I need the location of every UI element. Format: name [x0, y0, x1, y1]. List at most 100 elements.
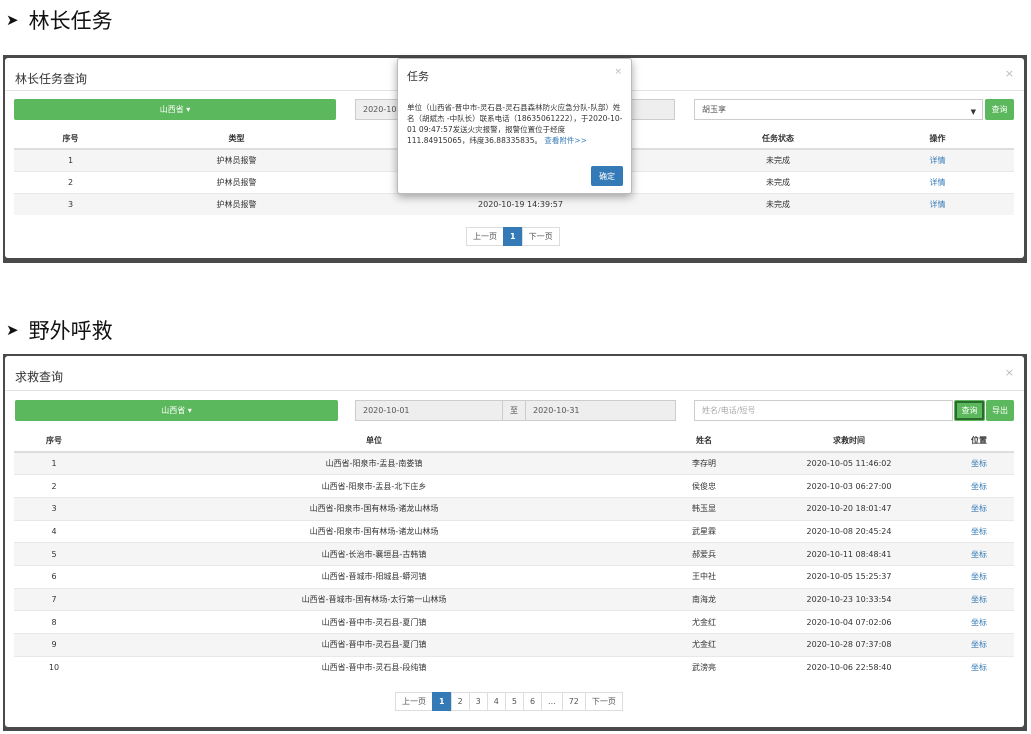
- export-button[interactable]: 导出: [986, 400, 1014, 421]
- search-button[interactable]: 查询: [985, 99, 1014, 120]
- view-attachment-link[interactable]: 查看附件>>: [544, 136, 587, 145]
- cell-name: 李存明: [654, 451, 754, 475]
- rescue-table: 序号 单位 姓名 求救时间 位置 1 山西省-阳泉市-盂县-南娄镇 李存明 2020-…: [14, 430, 1014, 679]
- table-row: 4 山西省-阳泉市-国有林场-诸龙山林场 武星霖 2020-10-08 20:45:2…: [14, 519, 1014, 543]
- panel-title: 求救查询: [15, 370, 64, 384]
- cell-time: 2020-10-03 06:27:00: [754, 474, 944, 498]
- table-row: 7 山西省-晋城市-国有林场-太行第一山林场 南海龙 2020-10-23 10:33…: [14, 587, 1014, 611]
- cell-no: 9: [14, 633, 94, 657]
- coordinate-link[interactable]: 坐标: [944, 633, 1014, 657]
- search-input[interactable]: 姓名/电话/短号: [694, 400, 953, 421]
- cell-unit: 山西省-长治市-襄垣县-古韩镇: [94, 542, 654, 566]
- cell-unit: 山西省-晋中市-灵石县-夏门镇: [94, 633, 654, 657]
- cell-unit: 山西省-阳泉市-国有林场-诸龙山林场: [94, 519, 654, 543]
- divider: [5, 390, 1024, 391]
- coordinate-link[interactable]: 坐标: [944, 587, 1014, 611]
- coordinate-link[interactable]: 坐标: [944, 542, 1014, 566]
- coordinate-link[interactable]: 坐标: [944, 610, 1014, 634]
- next-page-button[interactable]: 下一页: [521, 227, 560, 246]
- coordinate-link[interactable]: 坐标: [944, 496, 1014, 521]
- cell-unit: 山西省-晋中市-灵石县-段纯镇: [94, 655, 654, 679]
- table-row: 1 山西省-阳泉市-盂县-南娄镇 李存明 2020-10-05 11:46:02 坐标: [14, 451, 1014, 475]
- province-select[interactable]: 山西省 ▾: [15, 400, 338, 421]
- details-link[interactable]: 详情: [861, 192, 1014, 215]
- section-heading-forest-chief: ➤ 林长任务: [6, 5, 113, 35]
- cell-name: 武滂亮: [654, 655, 754, 679]
- cell-name: 郝爱兵: [654, 542, 754, 566]
- details-link[interactable]: 详情: [861, 170, 1014, 193]
- page-button[interactable]: 72: [561, 692, 586, 711]
- column-header: 序号: [14, 128, 127, 150]
- pagination: 上一页 1 2 3 4 5 6 ... 72 下一页: [395, 692, 623, 711]
- date-start-input[interactable]: 2020-10-01: [355, 400, 503, 421]
- column-header: 任务状态: [695, 128, 861, 150]
- cell-time: 2020-10-28 07:37:08: [754, 633, 944, 657]
- search-button[interactable]: 查询: [954, 400, 985, 421]
- cell-status: 未完成: [695, 192, 861, 215]
- cell-time: 2020-10-05 15:25:37: [754, 564, 944, 589]
- prev-page-button[interactable]: 上一页: [466, 227, 504, 246]
- close-icon[interactable]: ×: [1005, 366, 1014, 379]
- dialog-message-text: 单位（山西省-晋中市-灵石县-灵石县森林防火应急分队-队部）姓名（胡斌杰 -中队…: [407, 103, 623, 145]
- cell-no: 3: [14, 192, 127, 215]
- table-row: 5 山西省-长治市-襄垣县-古韩镇 郝爱兵 2020-10-11 08:48:41 坐标: [14, 542, 1014, 566]
- page-ellipsis: ...: [541, 692, 563, 711]
- coordinate-link[interactable]: 坐标: [944, 655, 1014, 679]
- dialog-title: 任务: [407, 70, 429, 83]
- rescue-query-panel: 求救查询 × 山西省 ▾ 2020-10-01 至 2020-10-31 姓名/…: [5, 356, 1024, 727]
- cell-unit: 山西省-阳泉市-国有林场-诸龙山林场: [94, 496, 654, 521]
- cell-time: 2020-10-05 11:46:02: [754, 451, 944, 475]
- cell-unit: 山西省-阳泉市-盂县-北下庄乡: [94, 474, 654, 498]
- province-select[interactable]: 山西省 ▾: [14, 99, 336, 120]
- cell-time: 2020-10-19 14:39:57: [346, 192, 695, 215]
- cell-unit: 山西省-晋中市-灵石县-夏门镇: [94, 610, 654, 634]
- prev-page-button[interactable]: 上一页: [395, 692, 433, 711]
- page-button[interactable]: 5: [504, 692, 524, 711]
- coordinate-link[interactable]: 坐标: [944, 474, 1014, 498]
- dialog-message: 单位（山西省-晋中市-灵石县-灵石县森林防火应急分队-队部）姓名（胡斌杰 -中队…: [407, 102, 625, 146]
- cell-unit: 山西省-阳泉市-盂县-南娄镇: [94, 451, 654, 475]
- page-button-current[interactable]: 1: [503, 227, 523, 246]
- next-page-button[interactable]: 下一页: [584, 692, 623, 711]
- cell-no: 1: [14, 148, 127, 171]
- column-header: 求救时间: [754, 430, 944, 453]
- page-button[interactable]: 4: [486, 692, 506, 711]
- date-end-input[interactable]: 2020-10-31: [525, 400, 676, 421]
- table-row: 2 山西省-阳泉市-盂县-北下庄乡 侯俊忠 2020-10-03 06:27:00 坐标: [14, 474, 1014, 498]
- coordinate-link[interactable]: 坐标: [944, 564, 1014, 589]
- page-button[interactable]: 3: [468, 692, 488, 711]
- table-row: 10 山西省-晋中市-灵石县-段纯镇 武滂亮 2020-10-06 22:58:40 坐…: [14, 655, 1014, 679]
- cell-time: 2020-10-23 10:33:54: [754, 587, 944, 611]
- coordinate-link[interactable]: 坐标: [944, 451, 1014, 475]
- page-button-current[interactable]: 1: [432, 692, 452, 711]
- arrow-bullet-icon: ➤: [6, 11, 19, 29]
- close-icon[interactable]: ×: [1005, 67, 1014, 80]
- column-header: 姓名: [654, 430, 754, 453]
- cell-no: 3: [14, 496, 94, 521]
- cell-name: 尤金红: [654, 633, 754, 657]
- cell-time: 2020-10-11 08:48:41: [754, 542, 944, 566]
- confirm-button[interactable]: 确定: [591, 166, 623, 186]
- column-header: 操作: [861, 128, 1014, 150]
- pagination: 上一页 1 下一页: [466, 227, 560, 246]
- section-heading-text: 野外呼救: [28, 319, 113, 343]
- caret-down-icon: ▼: [970, 108, 976, 116]
- name-select-value: 胡玉享: [702, 105, 726, 114]
- column-header: 序号: [14, 430, 94, 453]
- column-header: 类型: [127, 128, 346, 150]
- section-heading-field-rescue: ➤ 野外呼救: [6, 315, 113, 345]
- table-row: 6 山西省-晋城市-阳城县-蟒河镇 王中社 2020-10-05 15:25:37 坐标: [14, 564, 1014, 589]
- cell-type: 护林员报警: [127, 170, 346, 193]
- name-select[interactable]: 胡玉享 ▼: [694, 99, 983, 120]
- cell-name: 武星霖: [654, 519, 754, 543]
- cell-unit: 山西省-晋城市-国有林场-太行第一山林场: [94, 587, 654, 611]
- details-link[interactable]: 详情: [861, 148, 1014, 171]
- page-button[interactable]: 2: [450, 692, 470, 711]
- task-dialog: 任务 × 单位（山西省-晋中市-灵石县-灵石县森林防火应急分队-队部）姓名（胡斌…: [397, 58, 632, 194]
- cell-status: 未完成: [695, 170, 861, 193]
- coordinate-link[interactable]: 坐标: [944, 519, 1014, 543]
- close-icon[interactable]: ×: [614, 67, 622, 77]
- cell-name: 侯俊忠: [654, 474, 754, 498]
- cell-no: 10: [14, 655, 94, 679]
- page-button[interactable]: 6: [522, 692, 543, 711]
